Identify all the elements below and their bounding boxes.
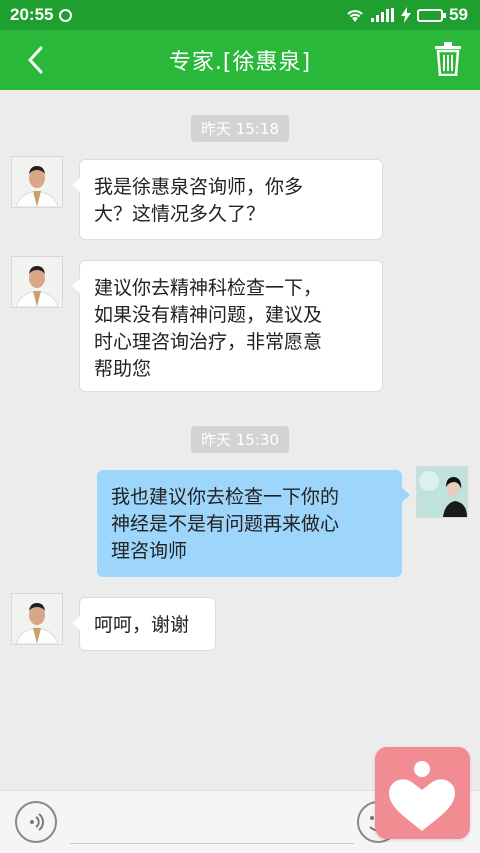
signal-icon bbox=[371, 8, 395, 22]
message-bubble-me[interactable]: 我也建议你去检查一下你的 神经是不是有问题再来做心 理咨询师 bbox=[97, 470, 410, 577]
voice-icon bbox=[30, 813, 44, 831]
chat-area[interactable]: 昨天 15:18 我是徐惠泉咨询师，你多 大？这情况多久了？ 建议你去精神科检查… bbox=[0, 90, 480, 790]
message-input[interactable] bbox=[70, 803, 354, 844]
person-avatar-icon bbox=[417, 467, 467, 517]
notification-ring-icon bbox=[59, 8, 73, 22]
message-bubble-expert[interactable]: 建议你去精神科检查一下， 如果没有精神问题，建议及 时心理咨询治疗，非常愿意 帮… bbox=[72, 260, 383, 392]
status-time: 20:55 bbox=[10, 5, 54, 24]
person-avatar-icon bbox=[12, 594, 62, 644]
expert-avatar[interactable] bbox=[11, 156, 63, 208]
person-avatar-icon bbox=[12, 257, 62, 307]
expert-avatar[interactable] bbox=[11, 593, 63, 645]
battery-level: 59 bbox=[449, 5, 468, 24]
charging-icon bbox=[401, 7, 412, 23]
voice-button[interactable] bbox=[15, 801, 57, 843]
chevron-left-icon[interactable] bbox=[22, 44, 52, 76]
wifi-icon bbox=[347, 10, 363, 22]
my-avatar[interactable] bbox=[416, 466, 468, 518]
floating-heart-button[interactable] bbox=[375, 747, 470, 839]
timestamp: 昨天 15:30 bbox=[191, 426, 289, 453]
page-title: 专家.[徐惠泉] bbox=[168, 50, 312, 75]
battery-icon bbox=[417, 8, 447, 22]
status-bar: 20:55 59 bbox=[0, 0, 480, 30]
trash-icon[interactable] bbox=[434, 42, 462, 76]
timestamp: 昨天 15:18 bbox=[191, 115, 289, 142]
message-bubble-expert[interactable]: 我是徐惠泉咨询师，你多 大？这情况多久了？ bbox=[72, 159, 383, 240]
person-avatar-icon bbox=[12, 157, 62, 207]
heart-icon bbox=[389, 761, 455, 831]
expert-avatar[interactable] bbox=[11, 256, 63, 308]
message-bubble-expert[interactable]: 呵呵，谢谢 bbox=[72, 597, 216, 651]
chat-header: 专家.[徐惠泉] bbox=[0, 30, 480, 90]
